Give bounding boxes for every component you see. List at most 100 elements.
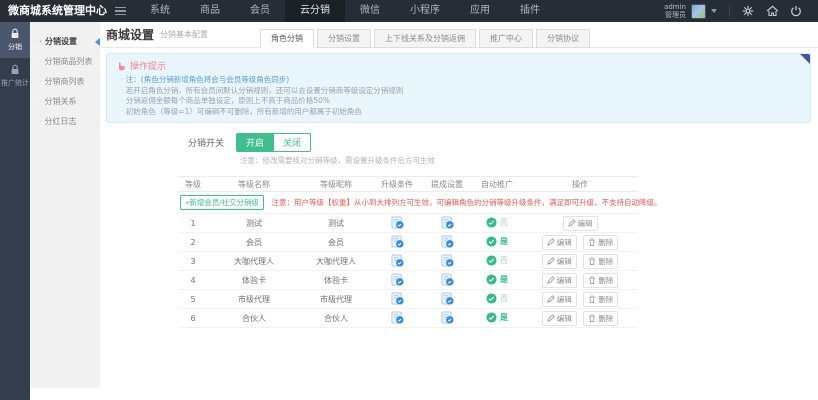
- trash-icon: [588, 276, 596, 284]
- tab-bar: 角色分销 分销设置 上下线关系及分销返佣 推广中心 分销协议: [260, 29, 593, 48]
- edit-button[interactable]: 编辑: [542, 273, 577, 288]
- commission-setting-icon[interactable]: [441, 222, 454, 231]
- home-icon[interactable]: [760, 0, 784, 22]
- table-row: 1 测试 测试 否 编辑: [178, 214, 638, 233]
- cell-level: 2: [178, 233, 208, 252]
- switch-on-button[interactable]: 开启: [236, 133, 274, 152]
- cell-nick: 会员: [300, 233, 372, 252]
- cell-level: 3: [178, 252, 208, 271]
- tab-promotion-center[interactable]: 推广中心: [479, 29, 533, 48]
- table-row: 2 会员 会员 是 编辑 删除: [178, 233, 638, 252]
- operation-tips-panel: 操作提示 注：(角色分销新增角色将会与会员等级角色同步) 若开启角色分销，所有会…: [106, 53, 811, 123]
- corner-fold: [800, 54, 810, 64]
- edit-button[interactable]: 编辑: [542, 292, 577, 307]
- submenu-panel: 分销设置 分销商品列表 分销商列表 分销关系 分红日志: [30, 22, 100, 388]
- table-toolbar-row: +新增会员/社交分销级 注意：用户等级【权重】从小到大排列方可生效，可编辑角色的…: [178, 192, 638, 214]
- submenu-item-dividend-log[interactable]: 分红日志: [30, 112, 100, 132]
- upgrade-condition-icon[interactable]: [391, 317, 404, 326]
- topnav-item-miniapp[interactable]: 小程序: [395, 0, 455, 22]
- col-auto-promote: 自动推广: [472, 177, 522, 192]
- sidebar-module-promo-stats[interactable]: 推广统计: [0, 58, 30, 94]
- avatar[interactable]: [691, 4, 706, 19]
- col-level-nick: 等级昵称: [300, 177, 372, 192]
- pencil-icon: [547, 238, 555, 246]
- distribution-switch-row: 分销开关 开启 关闭: [100, 133, 818, 152]
- notice-title: 操作提示: [130, 59, 166, 72]
- app-window: 微商城系统管理中心 系统 商品 会员 云分销 微信 小程序 应用 插件 admi…: [0, 0, 818, 400]
- cell-name: 合伙人: [208, 309, 300, 328]
- pencil-icon: [547, 314, 555, 322]
- topbar: 微商城系统管理中心 系统 商品 会员 云分销 微信 小程序 应用 插件 admi…: [0, 0, 818, 22]
- table-note: 注意：用户等级【权重】从小到大排列方可生效，可编辑角色的分销等级升级条件，满足即…: [272, 198, 662, 207]
- tab-distribution-agreement[interactable]: 分销协议: [536, 29, 590, 48]
- circle-check-icon: [486, 255, 497, 266]
- edit-button[interactable]: 编辑: [563, 216, 598, 231]
- topnav-item-system[interactable]: 系统: [135, 0, 185, 22]
- upgrade-condition-icon[interactable]: [391, 298, 404, 307]
- topnav-item-goods[interactable]: 商品: [185, 0, 235, 22]
- cell-name: 大咖代理人: [208, 252, 300, 271]
- notice-line: 分销返佣金额每个商品单独设定，原则上不高于商品价格50%: [116, 96, 801, 107]
- topnav-item-plugins[interactable]: 插件: [505, 0, 555, 22]
- upgrade-condition-icon[interactable]: [391, 222, 404, 231]
- auto-promote-status: 否: [500, 255, 508, 266]
- circle-check-icon: [486, 312, 497, 323]
- col-upgrade: 升级条件: [372, 177, 422, 192]
- edit-button[interactable]: 编辑: [542, 235, 577, 250]
- tab-role-distribution[interactable]: 角色分销: [260, 29, 314, 48]
- col-level-name: 等级名称: [208, 177, 300, 192]
- submenu-item-distribution-relations[interactable]: 分销关系: [30, 92, 100, 112]
- topnav-item-wechat[interactable]: 微信: [345, 0, 395, 22]
- delete-button[interactable]: 删除: [583, 273, 618, 288]
- upgrade-condition-icon[interactable]: [391, 241, 404, 250]
- auto-promote-status: 否: [500, 217, 508, 228]
- clear-cache-icon[interactable]: [736, 0, 760, 22]
- commission-setting-icon[interactable]: [441, 241, 454, 250]
- add-level-button[interactable]: +新增会员/社交分销级: [180, 195, 264, 210]
- auto-promote-status: 否: [500, 293, 508, 304]
- power-icon[interactable]: [784, 0, 808, 22]
- topnav-item-distribution[interactable]: 云分销: [285, 0, 345, 22]
- commission-setting-icon[interactable]: [441, 317, 454, 326]
- cell-nick: 测试: [300, 214, 372, 233]
- delete-button[interactable]: 删除: [583, 292, 618, 307]
- module-label: 分销: [8, 42, 22, 52]
- commission-setting-icon[interactable]: [441, 260, 454, 269]
- delete-button[interactable]: 删除: [583, 254, 618, 269]
- pencil-icon: [547, 257, 555, 265]
- submenu-item-distribution-settings[interactable]: 分销设置: [30, 32, 100, 52]
- cell-level: 6: [178, 309, 208, 328]
- topnav-item-apps[interactable]: 应用: [455, 0, 505, 22]
- submenu-item-distributor-list[interactable]: 分销商列表: [30, 72, 100, 92]
- delete-button[interactable]: 删除: [583, 311, 618, 326]
- notice-title-row: 操作提示: [116, 59, 801, 72]
- circle-check-icon: [486, 236, 497, 247]
- commission-setting-icon[interactable]: [441, 279, 454, 288]
- chevron-down-icon[interactable]: [711, 9, 717, 13]
- switch-label: 分销开关: [188, 136, 224, 149]
- tab-upline-downline-rebate[interactable]: 上下线关系及分销返佣: [374, 29, 476, 48]
- edit-button[interactable]: 编辑: [542, 311, 577, 326]
- submenu-item-distribution-goods[interactable]: 分销商品列表: [30, 52, 100, 72]
- module-label: 推广统计: [1, 78, 29, 88]
- commission-setting-icon[interactable]: [441, 298, 454, 307]
- user-info: admin 管理员: [664, 3, 686, 19]
- upgrade-condition-icon[interactable]: [391, 279, 404, 288]
- brand-logo: 微商城系统管理中心: [0, 0, 115, 22]
- pencil-icon: [547, 295, 555, 303]
- table-header-row: 等级 等级名称 等级昵称 升级条件 提成设置 自动推广 操作: [178, 177, 638, 192]
- col-commission: 提成设置: [422, 177, 472, 192]
- notice-line: 若开启角色分销，所有会员间默认分销规则，还可以去设置分销商等级设定分销规则: [116, 86, 801, 97]
- col-actions: 操作: [522, 177, 638, 192]
- upgrade-condition-icon[interactable]: [391, 260, 404, 269]
- topnav-item-member[interactable]: 会员: [235, 0, 285, 22]
- edit-button[interactable]: 编辑: [542, 254, 577, 269]
- delete-button[interactable]: 删除: [583, 235, 618, 250]
- switch-off-button[interactable]: 关闭: [274, 133, 311, 152]
- menu-toggle-icon[interactable]: [115, 0, 135, 22]
- trash-icon: [588, 257, 596, 265]
- tab-distribution-settings[interactable]: 分销设置: [317, 29, 371, 48]
- pencil-icon: [547, 276, 555, 284]
- circle-check-icon: [486, 293, 497, 304]
- sidebar-module-distribution[interactable]: 分销: [0, 22, 30, 58]
